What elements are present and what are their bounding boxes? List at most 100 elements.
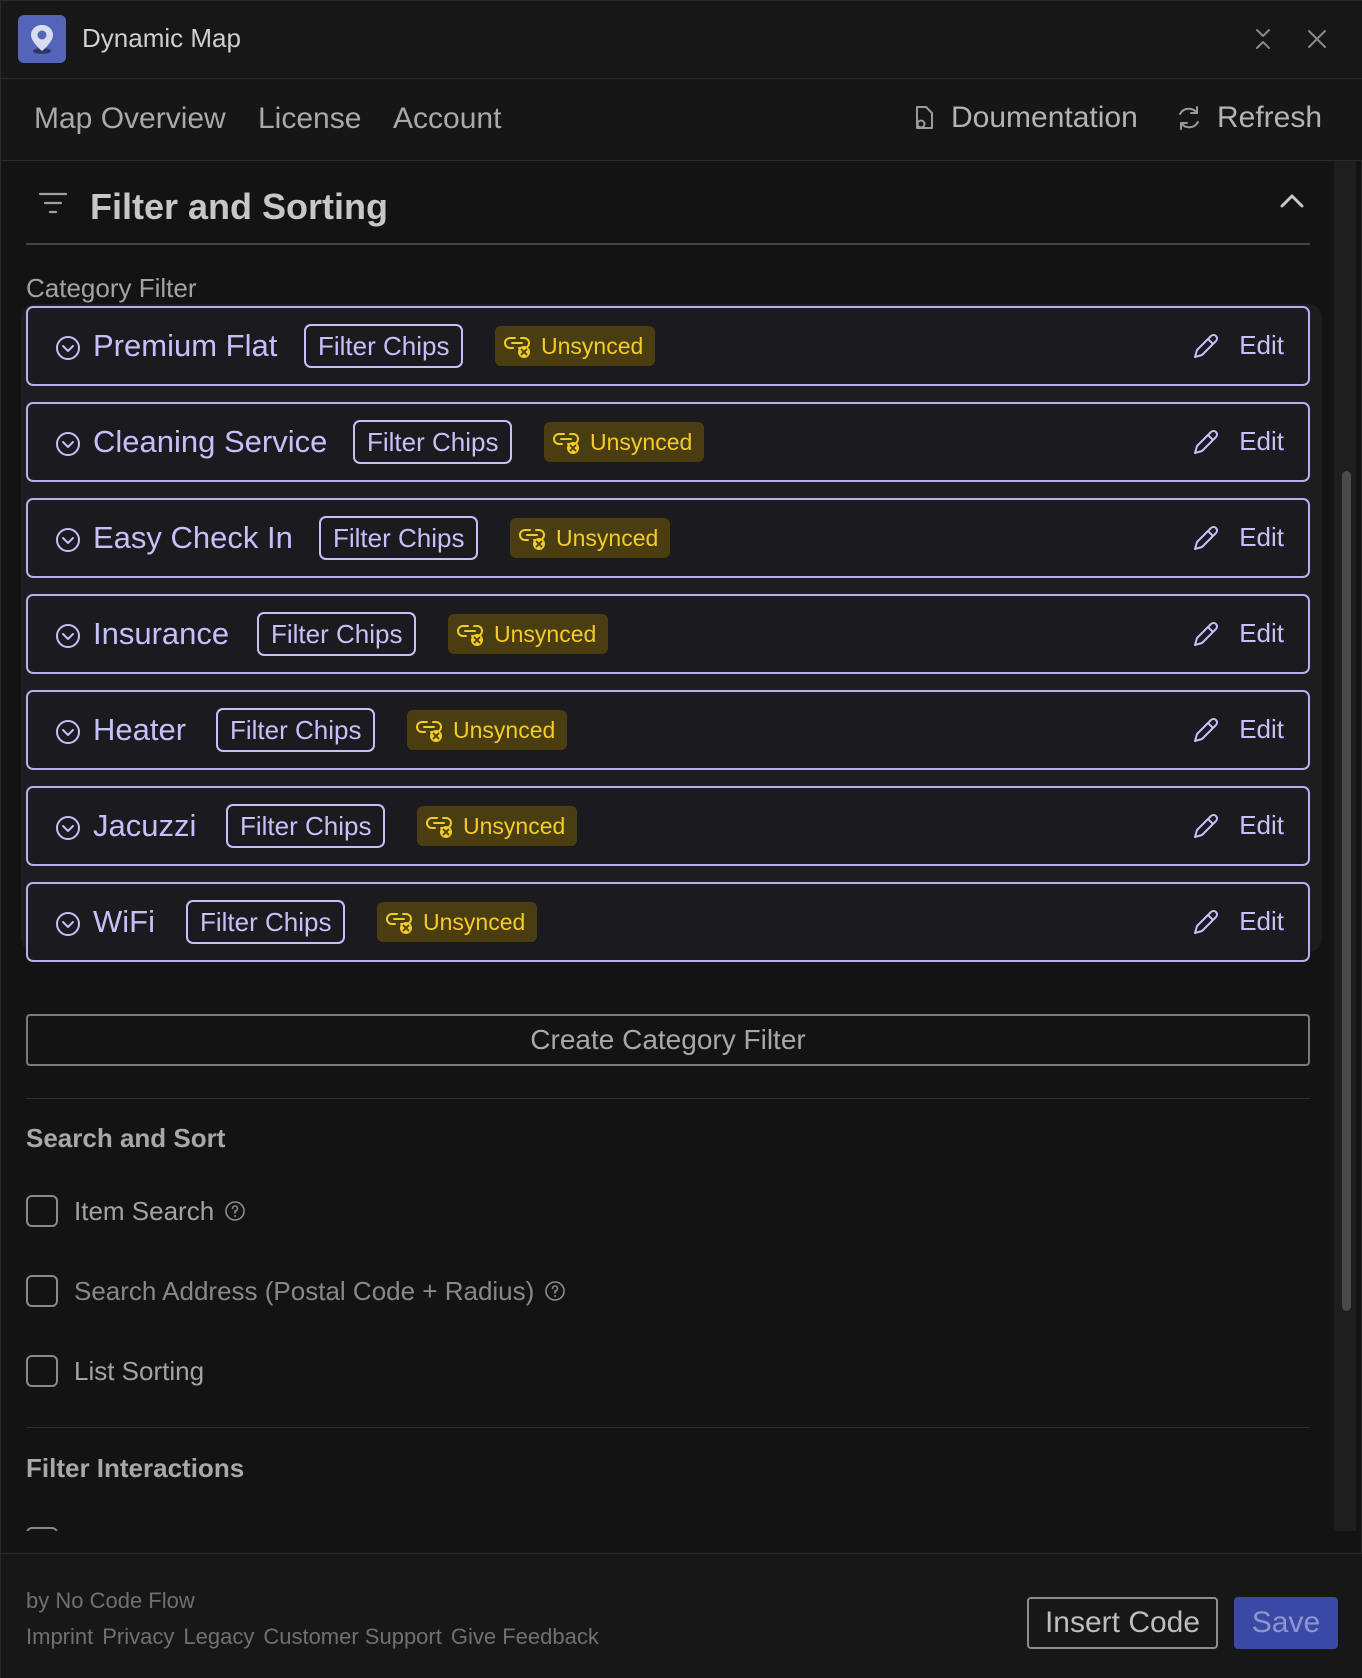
category-name: WiFi bbox=[93, 904, 155, 939]
category-row[interactable]: Insurance Filter Chips Unsynced Edit bbox=[26, 594, 1310, 674]
unsynced-badge: Unsynced bbox=[417, 806, 578, 846]
category-row[interactable]: Jacuzzi Filter Chips Unsynced Edit bbox=[26, 786, 1310, 866]
unsynced-link-icon bbox=[553, 433, 579, 454]
unsynced-link-icon bbox=[519, 529, 545, 550]
chevron-down-circle-icon[interactable] bbox=[55, 911, 81, 937]
insert-code-button[interactable]: Insert Code bbox=[1027, 1597, 1218, 1649]
unsynced-label: Unsynced bbox=[494, 620, 597, 647]
edit-label: Edit bbox=[1239, 426, 1284, 456]
unsynced-label: Unsynced bbox=[541, 332, 644, 359]
refresh-button[interactable]: Refresh bbox=[1175, 101, 1322, 135]
help-icon[interactable] bbox=[224, 1200, 246, 1222]
pencil-icon bbox=[1194, 621, 1219, 646]
list-sorting-option: List Sorting bbox=[26, 1355, 204, 1387]
app-title: Dynamic Map bbox=[82, 23, 241, 53]
chevron-down-circle-icon[interactable] bbox=[55, 815, 81, 841]
edit-button[interactable]: Edit bbox=[1191, 618, 1284, 649]
unsynced-link-icon bbox=[416, 721, 442, 742]
edit-button[interactable]: Edit bbox=[1191, 714, 1284, 745]
filter-chips-tag[interactable]: Filter Chips bbox=[353, 420, 513, 464]
unsynced-badge: Unsynced bbox=[510, 518, 671, 558]
tab-account[interactable]: Account bbox=[393, 102, 501, 136]
scrollbar-thumb[interactable] bbox=[1342, 471, 1351, 1311]
unsynced-label: Unsynced bbox=[423, 908, 526, 935]
edit-label: Edit bbox=[1239, 810, 1284, 840]
edit-label: Edit bbox=[1239, 906, 1284, 936]
edit-label: Edit bbox=[1239, 618, 1284, 648]
category-filter-list: Premium Flat Filter Chips Unsynced Edit … bbox=[21, 304, 1322, 962]
filter-chips-tag[interactable]: Filter Chips bbox=[304, 324, 464, 368]
partial-checkbox[interactable] bbox=[26, 1527, 58, 1531]
pencil-icon bbox=[1194, 429, 1219, 454]
tab-license[interactable]: License bbox=[258, 102, 361, 136]
item-search-checkbox[interactable] bbox=[26, 1195, 58, 1227]
unsynced-label: Unsynced bbox=[556, 524, 659, 551]
category-row[interactable]: WiFi Filter Chips Unsynced Edit bbox=[26, 882, 1310, 962]
list-sorting-checkbox[interactable] bbox=[26, 1355, 58, 1387]
collapse-section-button[interactable] bbox=[1274, 183, 1310, 219]
chevron-down-circle-icon[interactable] bbox=[55, 335, 81, 361]
create-category-filter-button[interactable]: Create Category Filter bbox=[26, 1014, 1310, 1066]
category-row[interactable]: Premium Flat Filter Chips Unsynced Edit bbox=[26, 306, 1310, 386]
unsynced-badge: Unsynced bbox=[495, 326, 656, 366]
pencil-icon bbox=[1194, 333, 1219, 358]
filter-chips-tag[interactable]: Filter Chips bbox=[186, 900, 346, 944]
customer-support-link[interactable]: Customer Support bbox=[263, 1624, 442, 1650]
unsynced-label: Unsynced bbox=[590, 428, 693, 455]
footer-links: Imprint Privacy Legacy Customer Support … bbox=[26, 1624, 599, 1650]
imprint-link[interactable]: Imprint bbox=[26, 1624, 93, 1650]
edit-label: Edit bbox=[1239, 714, 1284, 744]
document-icon bbox=[916, 106, 933, 129]
filter-chips-tag[interactable]: Filter Chips bbox=[319, 516, 479, 560]
list-sorting-label: List Sorting bbox=[74, 1355, 205, 1386]
section-divider bbox=[26, 1098, 1310, 1099]
unsynced-badge: Unsynced bbox=[448, 614, 609, 654]
tab-map-overview[interactable]: Map Overview bbox=[34, 102, 226, 136]
main-content: Filter and Sorting Category Filter Premi… bbox=[1, 161, 1362, 1531]
chevron-down-circle-icon[interactable] bbox=[55, 623, 81, 649]
legacy-link[interactable]: Legacy bbox=[183, 1624, 254, 1650]
filter-interactions-title: Filter Interactions bbox=[26, 1453, 245, 1483]
category-row[interactable]: Easy Check In Filter Chips Unsynced Edit bbox=[26, 498, 1310, 578]
close-icon bbox=[1308, 30, 1326, 48]
edit-button[interactable]: Edit bbox=[1191, 426, 1284, 457]
collapse-window-button[interactable] bbox=[1245, 21, 1281, 57]
section-divider bbox=[26, 1427, 1310, 1428]
item-search-option: Item Search bbox=[26, 1195, 246, 1227]
filter-chips-tag[interactable]: Filter Chips bbox=[216, 708, 376, 752]
category-row[interactable]: Cleaning Service Filter Chips Unsynced E… bbox=[26, 402, 1310, 482]
chevron-down-circle-icon[interactable] bbox=[55, 431, 81, 457]
refresh-icon bbox=[1179, 106, 1199, 130]
section-title: Filter and Sorting bbox=[90, 186, 389, 227]
filter-chips-tag[interactable]: Filter Chips bbox=[257, 612, 417, 656]
byline: by No Code Flow bbox=[26, 1588, 195, 1613]
filter-chips-tag[interactable]: Filter Chips bbox=[226, 804, 386, 848]
item-search-label: Item Search bbox=[74, 1195, 215, 1226]
pencil-icon bbox=[1194, 717, 1219, 742]
unsynced-link-icon bbox=[504, 337, 530, 358]
give-feedback-link[interactable]: Give Feedback bbox=[451, 1624, 599, 1650]
unsynced-badge: Unsynced bbox=[407, 710, 568, 750]
close-button[interactable] bbox=[1299, 21, 1335, 57]
edit-button[interactable]: Edit bbox=[1191, 522, 1284, 553]
edit-button[interactable]: Edit bbox=[1191, 810, 1284, 841]
unsynced-label: Unsynced bbox=[453, 716, 556, 743]
category-name: Premium Flat bbox=[93, 328, 278, 363]
edit-button[interactable]: Edit bbox=[1191, 330, 1284, 361]
save-button[interactable]: Save bbox=[1234, 1597, 1338, 1649]
help-icon[interactable] bbox=[544, 1280, 566, 1302]
privacy-link[interactable]: Privacy bbox=[102, 1624, 174, 1650]
chevron-down-circle-icon[interactable] bbox=[55, 719, 81, 745]
edit-button[interactable]: Edit bbox=[1191, 906, 1284, 937]
search-address-checkbox[interactable] bbox=[26, 1275, 58, 1307]
partial-option-row bbox=[26, 1527, 74, 1531]
map-pin-icon bbox=[18, 15, 66, 63]
documentation-label: Doumentation bbox=[951, 101, 1138, 134]
category-row[interactable]: Heater Filter Chips Unsynced Edit bbox=[26, 690, 1310, 770]
chevron-down-circle-icon[interactable] bbox=[55, 527, 81, 553]
unsynced-link-icon bbox=[426, 817, 452, 838]
documentation-link[interactable]: Doumentation bbox=[911, 101, 1138, 135]
unsynced-badge: Unsynced bbox=[377, 902, 538, 942]
title-bar: Dynamic Map bbox=[1, 1, 1362, 79]
unsynced-badge: Unsynced bbox=[544, 422, 705, 462]
